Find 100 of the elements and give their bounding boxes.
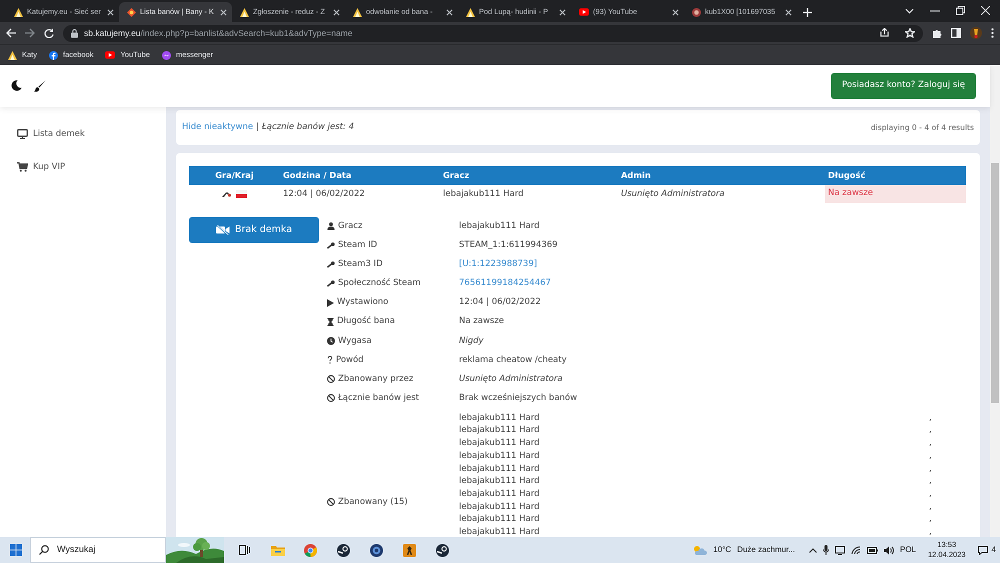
url-text: sb.katujemy.eu/index.php?p=banlist&advSearch=kub1&advType=name	[84, 26, 352, 40]
new-tab-icon[interactable]	[803, 8, 812, 17]
comma-text: ,	[929, 412, 933, 424]
wrench-icon	[327, 242, 335, 249]
sidebar-item[interactable]: Lista demek	[0, 118, 166, 151]
field-value: lebajakub111 Hard	[459, 462, 540, 476]
field-value: lebajakub111 Hard	[459, 500, 540, 514]
field-value: reklama cheatow /cheaty	[459, 354, 567, 365]
language-indicator[interactable]: POL	[900, 544, 916, 556]
address-bar[interactable]: sb.katujemy.eu/index.php?p=banlist&advSearch=kub1&advType=name	[63, 24, 923, 42]
table-cell-text: lebajakub111 Hard	[442, 188, 524, 201]
game-icon[interactable]	[403, 544, 416, 556]
minimize-icon[interactable]	[930, 10, 940, 12]
wrench-icon	[327, 261, 335, 268]
field-label: Powód	[336, 354, 364, 366]
network-icon[interactable]	[850, 546, 861, 554]
chat-icon	[978, 546, 988, 554]
start-icon[interactable]	[10, 544, 22, 556]
diamond-icon	[127, 8, 136, 16]
cart-icon	[17, 162, 28, 172]
steam-icon[interactable]	[337, 544, 350, 556]
ban-icon	[327, 498, 335, 506]
chevron-up-icon[interactable]	[808, 548, 817, 552]
close-icon[interactable]	[559, 8, 566, 16]
ban-icon	[327, 394, 335, 402]
forward-icon[interactable]	[25, 28, 35, 38]
scrollbar[interactable]	[990, 65, 1000, 537]
close-icon[interactable]	[672, 8, 679, 16]
share-icon[interactable]	[880, 28, 889, 37]
flame-icon	[14, 8, 23, 16]
video-off-icon	[216, 224, 230, 235]
comma-text: ,	[929, 513, 933, 526]
steam-icon[interactable]	[436, 544, 449, 556]
field-value: lebajakub111 Hard	[459, 526, 540, 537]
sidebar-icon[interactable]	[951, 28, 961, 38]
weather-text[interactable]: Duże zachmur...	[737, 544, 795, 556]
field-value: lebajakub111 Hard	[459, 221, 540, 231]
no-demo-button[interactable]: Brak demka	[189, 216, 319, 243]
field-label: Zbanowany (15)	[338, 496, 408, 508]
question-icon	[327, 356, 333, 364]
play-icon	[579, 8, 589, 16]
table-cell-text: 12:04 | 06/02/2022	[282, 188, 366, 201]
menu-icon[interactable]	[991, 28, 994, 38]
close-icon[interactable]	[333, 8, 340, 16]
restore-icon[interactable]	[956, 6, 965, 15]
comma-text: ,	[929, 526, 933, 537]
flag-icon	[236, 190, 247, 198]
disc-icon[interactable]	[370, 544, 383, 556]
back-icon[interactable]	[6, 28, 16, 38]
puzzle-icon[interactable]	[932, 28, 942, 38]
close-icon[interactable]	[107, 8, 114, 16]
sidebar-item[interactable]: Kup VIP	[0, 150, 166, 184]
field-value: lebajakub111 Hard	[459, 450, 540, 463]
comma-text: ,	[929, 475, 933, 488]
browser-icon[interactable]	[304, 544, 317, 556]
column-header: Długość	[825, 166, 966, 185]
separator-text: |	[256, 120, 259, 134]
monitor-icon[interactable]	[834, 546, 845, 554]
chevron-down-icon[interactable]	[905, 8, 914, 14]
notifications-button[interactable]: 4	[978, 544, 996, 556]
task-view-icon[interactable]	[239, 545, 250, 555]
field-link[interactable]: 76561199184254467	[459, 278, 551, 288]
profile-icon[interactable]	[970, 27, 982, 39]
field-label: Steam ID	[338, 239, 378, 252]
field-value: STEAM_1:1:611994369	[459, 240, 558, 250]
field-label: Wygasa	[338, 334, 372, 348]
login-button[interactable]: Posiadasz konto? Zaloguj się	[831, 72, 976, 99]
table-cell-text: Usunięto Administratora	[620, 188, 726, 201]
field-value: Na zawsze	[459, 316, 504, 326]
star-icon[interactable]	[905, 28, 915, 38]
close-icon[interactable]	[446, 8, 453, 16]
play-icon	[105, 51, 116, 59]
lock-icon	[71, 28, 78, 38]
folder-icon[interactable]	[270, 544, 284, 556]
clock-icon	[327, 336, 335, 345]
search-icon	[39, 545, 49, 555]
microphone-icon[interactable]	[822, 545, 829, 555]
close-icon[interactable]	[785, 8, 792, 16]
temperature-text[interactable]: 10°C	[713, 544, 732, 556]
brush-icon[interactable]	[34, 80, 46, 92]
facebook-icon	[49, 50, 58, 60]
play-icon	[327, 298, 334, 307]
table-cell: Na zawsze	[825, 184, 966, 203]
column-header: Godzina / Data	[280, 166, 440, 185]
field-value: Nigdy	[459, 336, 484, 346]
close-icon[interactable]	[220, 8, 227, 16]
moon-icon[interactable]	[11, 80, 22, 92]
reload-icon[interactable]	[44, 28, 54, 38]
battery-icon[interactable]	[866, 546, 878, 554]
field-label: Długość bana	[337, 315, 395, 328]
ban-total-text: Łącznie banów jest: 4	[262, 120, 354, 134]
volume-icon[interactable]	[884, 546, 894, 554]
ban-icon	[327, 375, 335, 384]
column-header: Gra/Kraj	[189, 166, 280, 185]
field-link[interactable]: [U:1:1223988739]	[459, 259, 538, 270]
search-field[interactable]: Wyszukaj	[30, 537, 166, 563]
flame-icon	[8, 50, 17, 60]
flame-icon	[353, 8, 362, 16]
field-value: lebajakub111 Hard	[459, 424, 540, 438]
comma-text: ,	[929, 500, 933, 514]
